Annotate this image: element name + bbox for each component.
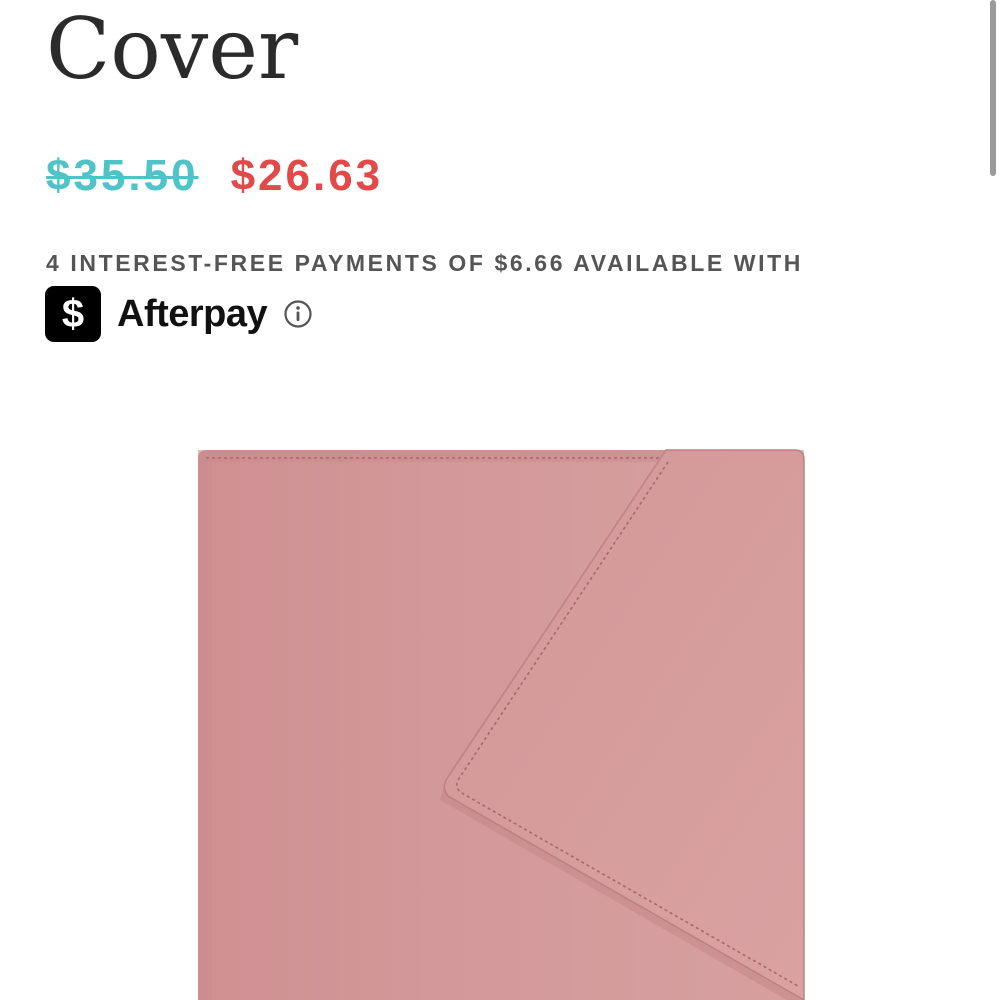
sale-price: $26.63 xyxy=(230,151,384,200)
product-page: Cover $35.50 $26.63 4 INTEREST-FREE PAYM… xyxy=(0,0,1000,1000)
afterpay-logo-glyph: $ xyxy=(61,292,85,336)
scrollbar[interactable] xyxy=(990,0,996,176)
installment-text: 4 INTEREST-FREE PAYMENTS OF $6.66 AVAILA… xyxy=(46,250,803,276)
info-icon[interactable] xyxy=(283,299,313,329)
product-title: Cover xyxy=(46,0,299,98)
product-image[interactable] xyxy=(190,440,820,1000)
price-row: $35.50 $26.63 xyxy=(46,148,383,204)
original-price: $35.50 xyxy=(46,151,199,200)
afterpay-logo-icon: $ xyxy=(45,286,101,342)
afterpay-name: Afterpay xyxy=(117,292,268,335)
afterpay-row[interactable]: $ Afterpay xyxy=(45,285,313,343)
